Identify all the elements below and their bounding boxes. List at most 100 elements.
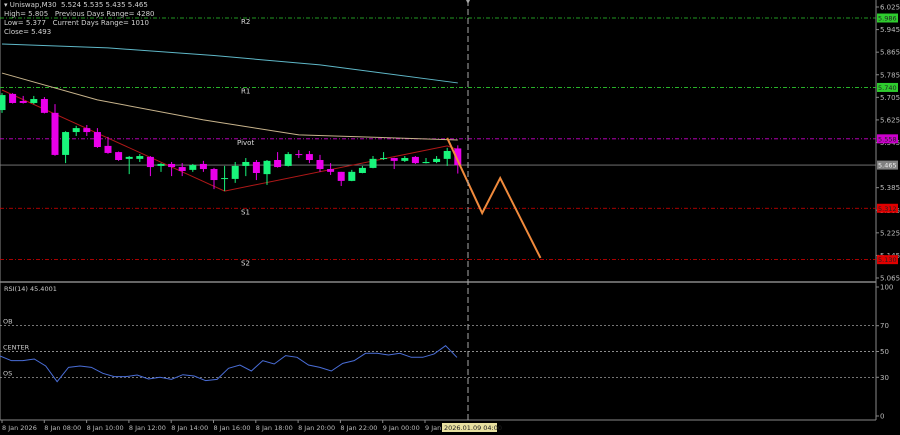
time-tick-label: 8 Jan 18:00	[256, 424, 293, 432]
candle-bull	[284, 154, 292, 166]
candle-bear	[274, 160, 282, 168]
price-tick-label: 5.385	[880, 184, 900, 192]
time-tick-label: 8 Jan 2026	[2, 424, 37, 432]
candle-bear	[390, 158, 398, 161]
level-price-label: 5.740	[878, 84, 897, 92]
time-tick-label: 8 Jan 22:00	[340, 424, 377, 432]
rsi-band-label: CENTER	[3, 344, 30, 352]
level-label-s1: S1	[241, 208, 250, 216]
candle-bear	[51, 112, 59, 155]
candle-bear	[411, 156, 419, 164]
candle-bull	[401, 158, 409, 161]
candle-bull	[72, 128, 80, 133]
candle-bull	[380, 158, 388, 160]
candle-bull	[231, 165, 239, 179]
candle-bear	[104, 145, 112, 153]
price-tick-label: 5.705	[880, 94, 900, 102]
candle-bear	[83, 128, 91, 133]
candle-bear	[199, 163, 207, 170]
rsi-tick-label: 30	[880, 374, 889, 382]
candle-bull	[422, 161, 430, 164]
candle-bull	[0, 95, 6, 111]
level-price-label: 5.130	[878, 256, 897, 264]
candle-bear	[19, 101, 27, 103]
close-line: Close= 5.493	[4, 28, 51, 37]
level-price-label: 5.312	[878, 205, 897, 213]
time-tick-label: 8 Jan 10:00	[87, 424, 124, 432]
time-tick-label: 8 Jan 08:00	[44, 424, 81, 432]
candle-bear	[168, 163, 176, 168]
price-tick-label: 5.865	[880, 49, 900, 57]
rsi-line	[0, 345, 458, 383]
candle-bear	[305, 154, 313, 161]
rsi-band-label: OS	[3, 369, 12, 377]
low-value: Low= 5.377	[4, 19, 46, 27]
candle-bull	[189, 165, 197, 170]
time-tick-label: 9 Jan 00:00	[383, 424, 420, 432]
level-label-s2: S2	[241, 260, 250, 268]
candle-bull	[433, 158, 441, 162]
time-tick-label: 9 Jan	[425, 424, 441, 432]
moving-average-fast	[1, 43, 458, 84]
time-tick-label: 8 Jan 14:00	[171, 424, 208, 432]
candle-bull	[157, 163, 165, 166]
high-value: High= 5.805	[4, 10, 49, 18]
candle-bull	[263, 160, 271, 175]
level-label-r1: R1	[241, 87, 250, 95]
symbol-ohlc: Uniswap,M30 5.524 5.535 5.435 5.465	[9, 1, 148, 9]
moving-average-slow	[1, 72, 458, 141]
level-label-pivot: Pivot	[237, 139, 254, 147]
price-tick-label: 5.225	[880, 229, 900, 237]
candle-bear	[40, 99, 48, 113]
candle-bear	[327, 169, 335, 172]
candle-bear	[337, 171, 345, 181]
rsi-title: RSI(14) 45.4001	[4, 285, 57, 293]
rsi-tick-label: 50	[880, 348, 889, 356]
candle-bull	[358, 167, 366, 173]
rsi-band-label: OB	[3, 318, 13, 326]
price-tick-label: 6.025	[880, 4, 900, 12]
rsi-tick-label: 100	[880, 284, 893, 292]
crosshair-time-label: 2026.01.09 04:00	[444, 424, 502, 432]
candle-bull	[62, 132, 70, 155]
rsi-tick-label: 0	[880, 413, 884, 421]
level-price-label: 5.558	[878, 135, 897, 143]
crosshair-marker-icon	[466, 0, 470, 4]
high-line: High= 5.805 Previous Days Range= 4280	[4, 10, 155, 19]
candle-bear	[178, 167, 186, 172]
level-label-r2: R2	[241, 18, 250, 26]
zigzag-line	[1, 89, 458, 192]
candle-bear	[316, 160, 324, 170]
candle-bull	[125, 156, 133, 159]
candle-bear	[93, 132, 101, 148]
current-price-label: 5.465	[878, 162, 897, 170]
candle-bull	[136, 156, 144, 159]
trading-chart[interactable]: 6.0255.9455.8655.7855.7055.6255.5455.385…	[0, 0, 900, 435]
time-tick-label: 8 Jan 20:00	[298, 424, 335, 432]
price-tick-label: 5.945	[880, 26, 900, 34]
candle-bull	[443, 150, 451, 159]
prev-range: Previous Days Range= 4280	[54, 10, 155, 18]
symbol-line: ▾ Uniswap,M30 5.524 5.535 5.435 5.465	[4, 1, 148, 10]
price-tick-label: 5.625	[880, 116, 900, 124]
candle-bear	[146, 156, 154, 168]
level-price-label: 5.986	[878, 15, 897, 23]
close-value: Close= 5.493	[4, 28, 52, 36]
low-line: Low= 5.377 Current Days Range= 1010	[4, 19, 149, 28]
curr-range: Current Days Range= 1010	[52, 19, 149, 27]
price-tick-label: 5.785	[880, 71, 900, 79]
candle-bull	[30, 99, 38, 103]
rsi-tick-label: 70	[880, 322, 889, 330]
candle-bull	[348, 171, 356, 181]
time-tick-label: 8 Jan 16:00	[214, 424, 251, 432]
candle-bear	[295, 154, 303, 156]
candle-bear	[210, 169, 218, 181]
candle-bear	[9, 93, 17, 103]
candle-bull	[242, 161, 250, 166]
candle-bear	[252, 161, 260, 173]
candle-bear	[115, 152, 123, 161]
candle-bull	[221, 178, 229, 180]
time-tick-label: 8 Jan 12:00	[129, 424, 166, 432]
price-tick-label: 5.065	[880, 275, 900, 283]
candle-bull	[369, 158, 377, 168]
